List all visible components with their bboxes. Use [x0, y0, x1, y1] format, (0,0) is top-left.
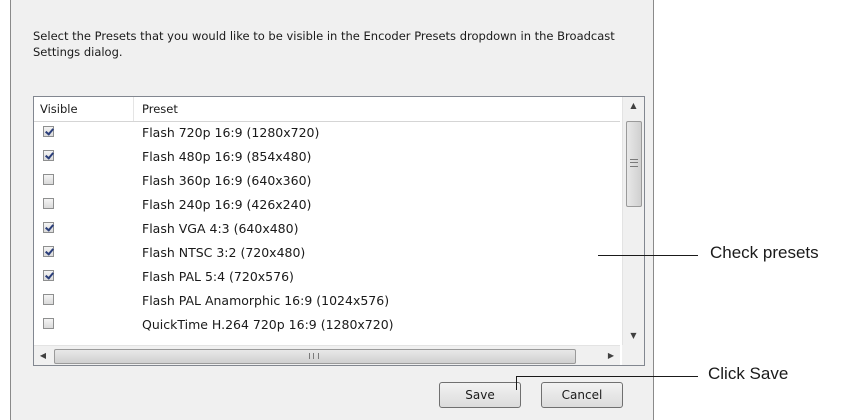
- visible-checkbox[interactable]: [43, 246, 54, 257]
- visible-checkbox[interactable]: [43, 294, 54, 305]
- preset-name: Flash 360p 16:9 (640x360): [142, 173, 312, 188]
- visible-checkbox[interactable]: [43, 270, 54, 281]
- scroll-right-arrow-icon[interactable]: ▶: [602, 346, 620, 365]
- list-item[interactable]: Flash 480p 16:9 (854x480): [34, 145, 620, 169]
- horizontal-scroll-thumb[interactable]: [54, 349, 576, 364]
- click-save-annotation: Click Save: [708, 364, 789, 383]
- preset-name: Flash NTSC 3:2 (720x480): [142, 245, 306, 260]
- click-save-callout-tick: [516, 376, 517, 390]
- list-header: Visible Preset: [34, 97, 620, 122]
- scroll-up-arrow-icon[interactable]: ▲: [623, 97, 644, 115]
- cancel-button[interactable]: Cancel: [541, 382, 623, 408]
- scrollbar-corner: [622, 345, 644, 365]
- preset-name: Flash PAL Anamorphic 16:9 (1024x576): [142, 293, 390, 308]
- preset-name: QuickTime H.264 720p 16:9 (1280x720): [142, 317, 394, 332]
- grip-icon: [309, 353, 319, 359]
- scroll-down-arrow-icon[interactable]: ▼: [623, 327, 644, 345]
- horizontal-scrollbar[interactable]: ◀ ▶: [34, 345, 620, 365]
- presets-list[interactable]: Visible Preset Flash 720p 16:9 (1280x720…: [33, 96, 645, 366]
- list-item[interactable]: Flash PAL 5:4 (720x576): [34, 265, 620, 289]
- preset-name: Flash 480p 16:9 (854x480): [142, 149, 312, 164]
- list-rows: Flash 720p 16:9 (1280x720) Flash 480p 16…: [34, 121, 620, 345]
- visible-checkbox[interactable]: [43, 150, 54, 161]
- preset-visibility-dialog: Select the Presets that you would like t…: [10, 0, 654, 420]
- visible-checkbox[interactable]: [43, 318, 54, 329]
- click-save-callout-line: [516, 376, 698, 377]
- save-button[interactable]: Save: [439, 382, 521, 408]
- check-presets-annotation: Check presets: [710, 243, 819, 262]
- list-item[interactable]: QuickTime H.264 720p 16:9 (1280x720): [34, 313, 620, 337]
- list-item[interactable]: Flash PAL Anamorphic 16:9 (1024x576): [34, 289, 620, 313]
- vertical-scroll-thumb[interactable]: [626, 121, 642, 207]
- list-item[interactable]: Flash 720p 16:9 (1280x720): [34, 121, 620, 145]
- visible-checkbox[interactable]: [43, 222, 54, 233]
- check-presets-callout-line: [598, 255, 698, 256]
- column-header-visible[interactable]: Visible: [40, 102, 78, 116]
- scroll-left-arrow-icon[interactable]: ◀: [34, 346, 52, 365]
- visible-checkbox[interactable]: [43, 126, 54, 137]
- list-item[interactable]: Flash VGA 4:3 (640x480): [34, 217, 620, 241]
- visible-checkbox[interactable]: [43, 174, 54, 185]
- grip-icon: [630, 159, 638, 167]
- preset-name: Flash 240p 16:9 (426x240): [142, 197, 312, 212]
- list-item[interactable]: Flash 360p 16:9 (640x360): [34, 169, 620, 193]
- preset-name: Flash 720p 16:9 (1280x720): [142, 125, 320, 140]
- column-header-preset[interactable]: Preset: [142, 102, 178, 116]
- preset-name: Flash PAL 5:4 (720x576): [142, 269, 294, 284]
- vertical-scrollbar[interactable]: ▲ ▼: [622, 97, 644, 345]
- instructions-text: Select the Presets that you would like t…: [33, 29, 615, 59]
- list-item[interactable]: Flash 240p 16:9 (426x240): [34, 193, 620, 217]
- list-item[interactable]: Flash NTSC 3:2 (720x480): [34, 241, 620, 265]
- visible-checkbox[interactable]: [43, 198, 54, 209]
- column-divider[interactable]: [133, 97, 134, 121]
- preset-name: Flash VGA 4:3 (640x480): [142, 221, 299, 236]
